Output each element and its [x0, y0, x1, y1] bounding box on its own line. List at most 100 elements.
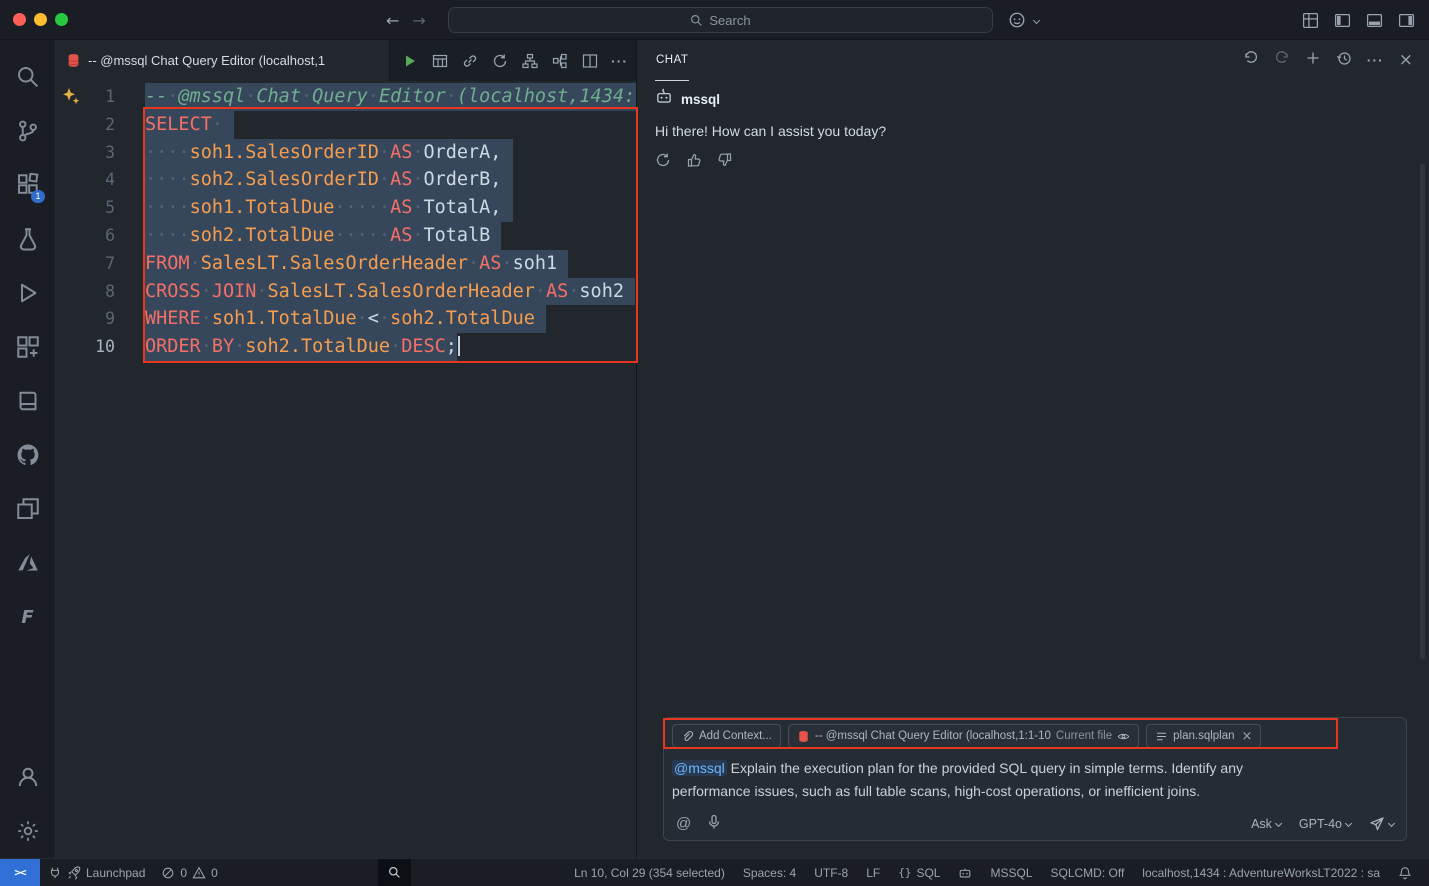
launchpad-item[interactable]: Launchpad — [40, 859, 153, 886]
thumbs-down-icon[interactable] — [717, 152, 733, 173]
chat-panel: CHAT ··· × — [637, 40, 1429, 858]
sqlcmd-label: SQLCMD: Off — [1051, 866, 1125, 880]
results-grid-icon[interactable] — [428, 49, 451, 72]
line-number: 9 — [56, 305, 115, 333]
split-editor-icon[interactable] — [578, 49, 601, 72]
traffic-lights — [13, 13, 68, 26]
notifications-item[interactable] — [1389, 859, 1421, 886]
command-center-search[interactable]: Search — [448, 7, 993, 33]
code-line[interactable]: ORDER·BY·soh2.TotalDue·DESC; — [145, 333, 636, 361]
thumbs-up-icon[interactable] — [686, 152, 702, 173]
mode-dropdown[interactable]: Ask — [1251, 817, 1281, 831]
code-line[interactable]: SELECT· — [145, 111, 636, 139]
undo-icon[interactable] — [1243, 50, 1259, 71]
remote-indicator[interactable]: >< — [0, 859, 40, 886]
toggle-panel-icon[interactable] — [1366, 12, 1383, 29]
code-line[interactable]: WHERE·soh1.TotalDue·<·soh2.TotalDue — [145, 305, 636, 333]
close-window-button[interactable] — [13, 13, 26, 26]
add-context-button[interactable]: Add Context... — [672, 724, 781, 748]
message-sender: mssql — [681, 92, 720, 107]
run-and-debug-icon[interactable] — [4, 266, 52, 320]
forward-arrow-icon[interactable]: → — [412, 11, 425, 30]
extensions-icon[interactable]: 1 — [4, 158, 52, 212]
book-icon[interactable] — [4, 374, 52, 428]
source-control-icon[interactable] — [4, 104, 52, 158]
zoom-window-button[interactable] — [55, 13, 68, 26]
eye-icon[interactable] — [1117, 730, 1130, 743]
tab-chat[interactable]: CHAT — [655, 40, 689, 81]
remove-chip-icon[interactable]: × — [1242, 729, 1253, 744]
model-label: GPT-4o — [1299, 817, 1342, 831]
customize-layout-icon[interactable] — [1302, 12, 1319, 29]
fabric-icon[interactable]: F — [4, 590, 52, 644]
more-actions-icon[interactable]: ··· — [1367, 52, 1384, 70]
connection-link-icon[interactable] — [458, 49, 481, 72]
chat-scrollbar[interactable] — [1420, 164, 1425, 659]
error-circle-icon — [161, 866, 175, 880]
zoom-indicator[interactable] — [378, 859, 411, 886]
plan-file-chip[interactable]: plan.sqlplan × — [1146, 724, 1261, 748]
back-arrow-icon[interactable]: ← — [386, 11, 399, 30]
new-chat-icon[interactable] — [1305, 50, 1321, 71]
mention-at-icon[interactable]: @ — [676, 815, 691, 832]
line-number: 6 — [56, 222, 115, 250]
mic-icon[interactable] — [706, 814, 722, 833]
cursor-position-item[interactable]: Ln 10, Col 29 (354 selected) — [565, 859, 734, 886]
code-line[interactable]: ····soh2.SalesOrderID·AS·OrderB, — [145, 166, 636, 194]
github-icon[interactable] — [4, 428, 52, 482]
settings-gear-icon[interactable] — [4, 804, 52, 858]
query-plan-icon[interactable] — [548, 49, 571, 72]
code-line[interactable]: CROSS·JOIN·SalesLT.SalesOrderHeader·AS·s… — [145, 278, 636, 306]
accounts-icon[interactable] — [4, 750, 52, 804]
code-line[interactable]: ····soh1.SalesOrderID·AS·OrderA, — [145, 139, 636, 167]
run-query-button[interactable] — [398, 49, 421, 72]
chat-prompt-text: Explain the execution plan for the provi… — [672, 760, 1243, 799]
code-line[interactable]: --·@mssql·Chat·Query·Editor·(localhost,1… — [145, 83, 636, 111]
history-icon[interactable] — [1336, 50, 1352, 71]
connection-item[interactable]: localhost,1434 : AdventureWorksLT2022 : … — [1133, 859, 1389, 886]
text-cursor — [458, 336, 460, 356]
testing-icon[interactable] — [4, 212, 52, 266]
send-button[interactable] — [1369, 816, 1394, 832]
chat-input-text[interactable]: @mssql Explain the execution plan for th… — [672, 757, 1322, 803]
toggle-left-sidebar-icon[interactable] — [1334, 12, 1351, 29]
problems-item[interactable]: 0 0 — [153, 859, 225, 886]
copilot-status-item[interactable] — [949, 859, 981, 886]
chat-input-toolbar: @ Ask GPT-4o — [676, 814, 1394, 833]
redo-icon[interactable] — [1274, 50, 1290, 71]
chat-panel-header: CHAT ··· × — [637, 40, 1429, 81]
indentation-item[interactable]: Spaces: 4 — [734, 859, 805, 886]
robot-icon — [958, 866, 972, 880]
model-dropdown[interactable]: GPT-4o — [1299, 817, 1351, 831]
copilot-menu[interactable] — [1008, 0, 1039, 40]
search-icon[interactable] — [4, 50, 52, 104]
sqlcmd-item[interactable]: SQLCMD: Off — [1042, 859, 1134, 886]
code-line[interactable]: ····soh2.TotalDue·····AS·TotalB — [145, 222, 636, 250]
chevron-down-icon — [1388, 820, 1395, 827]
minimize-window-button[interactable] — [34, 13, 47, 26]
line-number: 7 — [56, 250, 115, 278]
schema-designer-icon[interactable] — [518, 49, 541, 72]
editor-code[interactable]: --·@mssql·Chat·Query·Editor·(localhost,1… — [115, 81, 636, 858]
copilot-sparkle-icon[interactable] — [61, 87, 81, 112]
grid-plus-icon[interactable] — [4, 320, 52, 374]
azure-icon[interactable] — [4, 536, 52, 590]
code-line[interactable]: ····soh1.TotalDue·····AS·TotalA, — [145, 194, 636, 222]
close-icon[interactable]: × — [1399, 52, 1413, 69]
code-line[interactable]: FROM·SalesLT.SalesOrderHeader·AS·soh1 — [145, 250, 636, 278]
remote-explorer-icon[interactable] — [4, 482, 52, 536]
editor-tab[interactable]: -- @mssql Chat Query Editor (localhost,1 — [56, 40, 390, 81]
editor-toolbar: ··· — [390, 40, 631, 81]
mssql-item[interactable]: MSSQL — [981, 859, 1041, 886]
regenerate-icon[interactable] — [655, 152, 671, 173]
toggle-right-sidebar-icon[interactable] — [1398, 12, 1415, 29]
more-actions-icon[interactable]: ··· — [608, 49, 631, 72]
eol-item[interactable]: LF — [857, 859, 889, 886]
line-number: 3 — [56, 139, 115, 167]
encoding-item[interactable]: UTF-8 — [805, 859, 857, 886]
file-lines-icon — [1155, 730, 1168, 743]
encoding-label: UTF-8 — [814, 866, 848, 880]
language-item[interactable]: {}SQL — [889, 859, 949, 886]
change-connection-icon[interactable] — [488, 49, 511, 72]
current-file-chip[interactable]: -- @mssql Chat Query Editor (localhost,1… — [788, 724, 1139, 748]
